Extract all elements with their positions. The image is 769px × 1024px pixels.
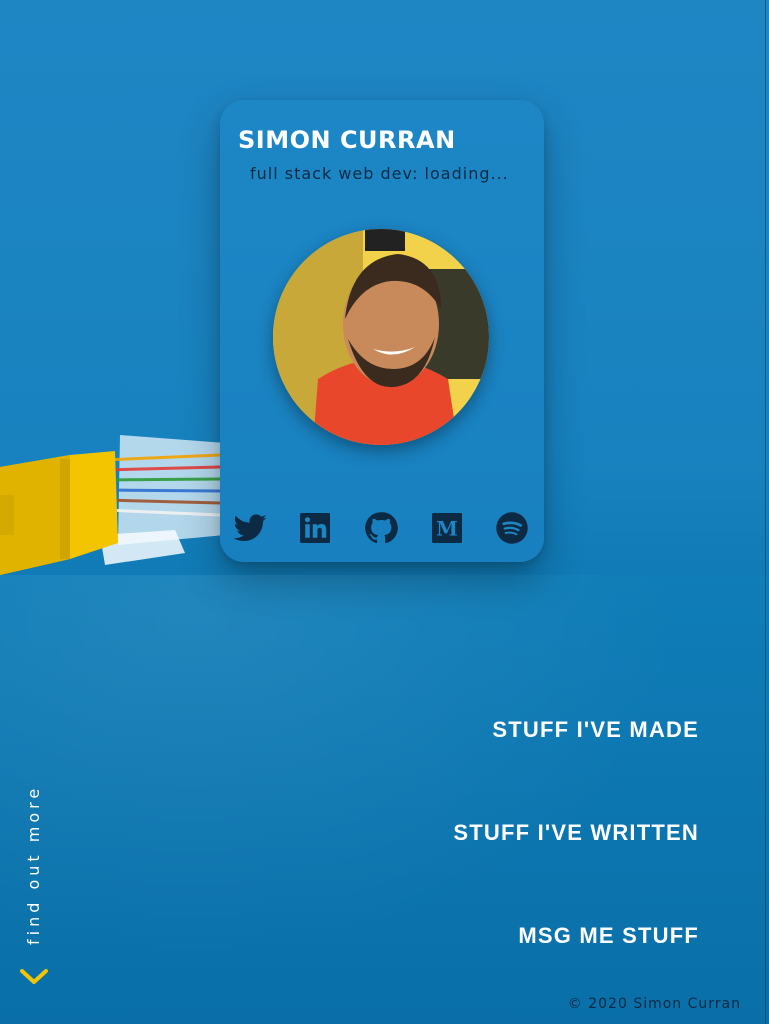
github-icon[interactable] [363, 510, 399, 546]
background-floor [0, 575, 769, 1024]
svg-text:M: M [436, 518, 458, 541]
avatar [273, 229, 489, 445]
chevron-down-icon[interactable] [18, 966, 50, 988]
profile-card: SIMON CURRAN full stack web dev: loading… [220, 100, 544, 562]
profile-name: SIMON CURRAN [238, 126, 456, 154]
footer-copyright: © 2020 Simon Curran [567, 996, 741, 1012]
scroll-hint-text: find out more [24, 784, 43, 945]
medium-icon[interactable]: M [429, 510, 465, 546]
nav-stuff-made[interactable]: STUFF I'VE MADE [492, 717, 699, 743]
nav-msg-me[interactable]: MSG ME STUFF [518, 923, 699, 949]
profile-tagline: full stack web dev: loading... [250, 164, 509, 183]
nav-stuff-written[interactable]: STUFF I'VE WRITTEN [453, 820, 699, 846]
linkedin-icon[interactable] [297, 510, 333, 546]
ethernet-cable-image [0, 435, 225, 575]
twitter-icon[interactable] [232, 510, 268, 546]
social-links: M [232, 510, 532, 546]
window-edge [765, 0, 766, 1024]
spotify-icon[interactable] [494, 510, 530, 546]
